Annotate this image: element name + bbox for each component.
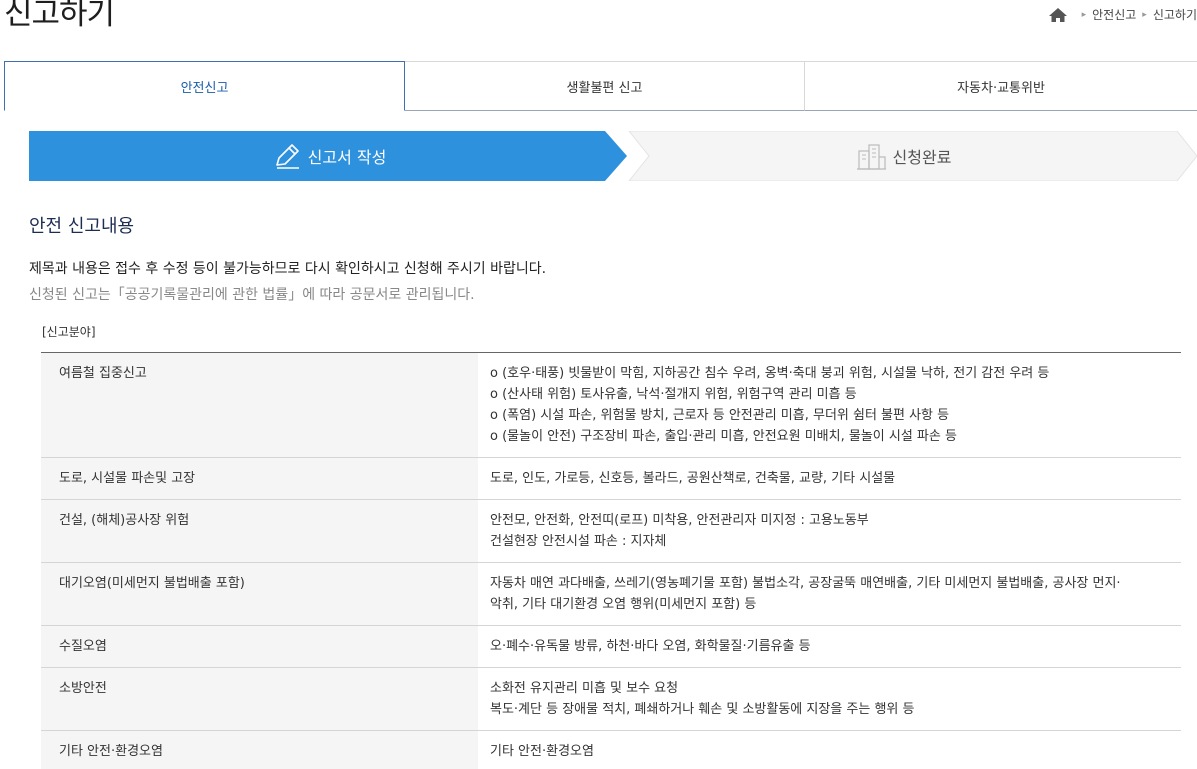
table-row[interactable]: 건설, (해체)공사장 위험 안전모, 안전화, 안전띠(로프) 미착용, 안전… bbox=[41, 500, 1181, 563]
breadcrumb-item-current[interactable]: 신고하기 bbox=[1153, 6, 1197, 23]
breadcrumb-separator-icon: ▸ bbox=[1142, 9, 1147, 20]
notice-text: 제목과 내용은 접수 후 수정 등이 불가능하므로 다시 확인하시고 신청해 주… bbox=[29, 261, 547, 277]
table-row[interactable]: 도로, 시설물 파손및 고장 도로, 인도, 가로등, 신호등, 볼라드, 공원… bbox=[41, 458, 1181, 500]
table-row[interactable]: 소방안전 소화전 유지관리 미흡 및 보수 요청 복도·계단 등 장애물 적치,… bbox=[41, 668, 1181, 731]
category-description: o (호우·태풍) 빗물받이 막힘, 지하공간 침수 우려, 옹벽·축대 붕괴 … bbox=[490, 366, 1050, 444]
category-name: 소방안전 bbox=[41, 668, 478, 730]
page-title: 신고하기 bbox=[4, 0, 115, 32]
category-name: 여름철 집중신고 bbox=[41, 353, 478, 457]
table-row[interactable]: 수질오염 오·폐수·유독물 방류, 하천·바다 오염, 화학물질·기름유출 등 bbox=[41, 626, 1181, 668]
category-name: 대기오염(미세먼지 불법배출 포함) bbox=[41, 563, 478, 625]
step-write-report: 신고서 작성 bbox=[29, 131, 629, 181]
breadcrumb-item[interactable]: 안전신고 bbox=[1092, 6, 1136, 23]
table-row[interactable]: 대기오염(미세먼지 불법배출 포함) 자동차 매연 과다배출, 쓰레기(영농폐기… bbox=[41, 563, 1181, 626]
progress-steps: 신고서 작성 신청완료 bbox=[29, 131, 1197, 181]
category-name: 수질오염 bbox=[41, 626, 478, 667]
category-description: 안전모, 안전화, 안전띠(로프) 미착용, 안전관리자 미지정 : 고용노동부… bbox=[490, 513, 869, 549]
breadcrumb: ▸ 안전신고 ▸ 신고하기 bbox=[1048, 6, 1197, 23]
category-description: 자동차 매연 과다배출, 쓰레기(영농폐기물 포함) 불법소각, 공장굴뚝 매연… bbox=[490, 576, 1121, 612]
report-tabs: 안전신고 생활불편 신고 자동차·교통위반 bbox=[4, 61, 1197, 111]
category-name: 건설, (해체)공사장 위험 bbox=[41, 500, 478, 562]
category-name: 기타 안전·환경오염 bbox=[41, 731, 478, 769]
category-table: 여름철 집중신고 o (호우·태풍) 빗물받이 막힘, 지하공간 침수 우려, … bbox=[41, 352, 1181, 769]
tab-safety-report[interactable]: 안전신고 bbox=[4, 61, 405, 111]
category-description: 도로, 인도, 가로등, 신호등, 볼라드, 공원산책로, 건축물, 교량, 기… bbox=[490, 471, 896, 486]
tab-living-inconvenience[interactable]: 생활불편 신고 bbox=[405, 61, 805, 111]
home-icon[interactable] bbox=[1048, 7, 1068, 23]
breadcrumb-separator-icon: ▸ bbox=[1081, 9, 1087, 20]
category-description: 오·폐수·유독물 방류, 하천·바다 오염, 화학물질·기름유출 등 bbox=[490, 639, 811, 654]
pen-icon bbox=[275, 144, 299, 169]
category-description: 기타 안전·환경오염 bbox=[490, 744, 594, 759]
step-label: 신청완료 bbox=[892, 148, 952, 167]
notice-subtext: 신청된 신고는「공공기록물관리에 관한 법률」에 따라 공문서로 관리됩니다. bbox=[29, 287, 475, 303]
section-title: 안전 신고내용 bbox=[29, 216, 135, 237]
table-row[interactable]: 기타 안전·환경오염 기타 안전·환경오염 bbox=[41, 731, 1181, 769]
step-label: 신고서 작성 bbox=[307, 148, 387, 167]
tab-traffic-violation[interactable]: 자동차·교통위반 bbox=[805, 61, 1197, 111]
step-complete: 신청완료 bbox=[629, 131, 1197, 181]
field-label: [신고분야] bbox=[42, 325, 96, 339]
table-row[interactable]: 여름철 집중신고 o (호우·태풍) 빗물받이 막힘, 지하공간 침수 우려, … bbox=[41, 353, 1181, 458]
category-description: 소화전 유지관리 미흡 및 보수 요청 복도·계단 등 장애물 적치, 폐쇄하거… bbox=[490, 681, 915, 717]
category-name: 도로, 시설물 파손및 고장 bbox=[41, 458, 478, 499]
building-icon bbox=[856, 144, 886, 170]
